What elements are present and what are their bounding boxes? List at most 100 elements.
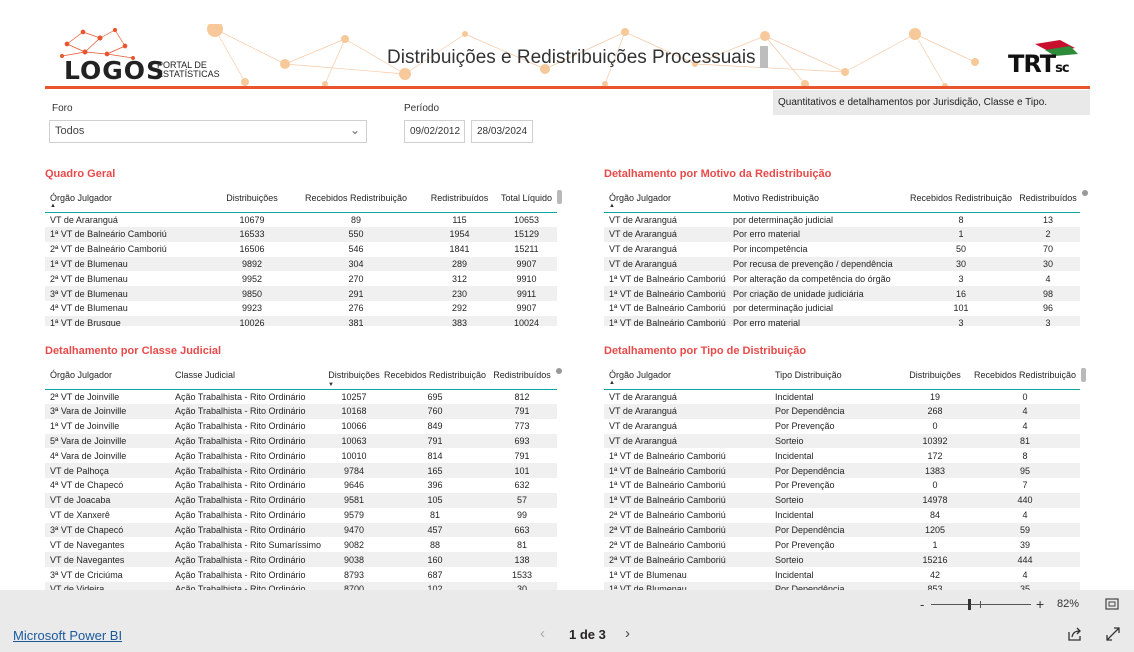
- table-cell: 381: [348, 318, 364, 326]
- tipo-table-container[interactable]: Órgão Julgador Tipo Distribuição Distrib…: [604, 361, 1080, 590]
- table-row[interactable]: VT de Araranguá Por recusa de prevenção /…: [604, 256, 1080, 272]
- table-cell: Ação Trabalhista - Rito Ordinário: [175, 495, 306, 506]
- table-cell: 101: [953, 303, 969, 314]
- table-cell: 9850: [241, 288, 263, 299]
- table-row[interactable]: VT de Joacaba Ação Trabalhista - Rito Ord…: [45, 492, 557, 508]
- table-row[interactable]: VT de Navegantes Ação Trabalhista - Rito …: [45, 537, 557, 552]
- table-cell: 14978: [922, 495, 948, 506]
- table-row[interactable]: 1ª VT de Balneário Camboriú por determina…: [604, 301, 1080, 316]
- column-header[interactable]: Redistribuídos: [487, 361, 557, 390]
- column-header[interactable]: Órgão Julgador: [604, 361, 770, 390]
- motivo-table-container[interactable]: Órgão Julgador Motivo Redistribuição Rec…: [604, 184, 1080, 326]
- column-header[interactable]: Recebidos Redistribuição: [289, 184, 423, 213]
- column-header[interactable]: Total Líquido: [496, 184, 557, 213]
- table-row[interactable]: VT de Araranguá por determinação judicial…: [604, 212, 1080, 227]
- table-row[interactable]: VT de Palhoça Ação Trabalhista - Rito Ord…: [45, 463, 557, 479]
- table-row[interactable]: 1ª VT de Balneário Camboriú Por erro mate…: [604, 315, 1080, 326]
- tipo-table: Órgão Julgador Tipo Distribuição Distrib…: [604, 361, 1080, 590]
- column-header[interactable]: Motivo Redistribuição: [728, 184, 906, 213]
- table-row[interactable]: VT de Araranguá Por Prevenção 0 4: [604, 419, 1080, 434]
- table-row[interactable]: 3ª VT de Chapecó Ação Trabalhista - Rito …: [45, 522, 557, 538]
- table-cell: Por alteração da competência do órgão: [733, 273, 891, 284]
- table-cell: 70: [1042, 244, 1053, 255]
- table-row[interactable]: 1ª VT de Balneário Camboriú Por alteração…: [604, 271, 1080, 286]
- table-row[interactable]: VT de Araranguá Sorteio 10392 81: [604, 433, 1080, 449]
- table-row[interactable]: 1ª VT de Blumenau 9892 304 289 9907: [45, 256, 557, 272]
- table-row[interactable]: 1ª VT de Balneário Camboriú 16533 550 1954 1…: [45, 226, 557, 242]
- foro-dropdown[interactable]: Todos ⌄: [49, 120, 367, 143]
- date-end-input[interactable]: 28/03/2024: [471, 120, 533, 143]
- table-cell: 1ª VT de Balneário Camboriú: [609, 303, 726, 314]
- classe-scrollbar[interactable]: [556, 368, 562, 374]
- table-row[interactable]: 2ª VT de Balneário Camboriú Por Dependênc…: [604, 522, 1080, 538]
- table-row[interactable]: 1ª VT de Balneário Camboriú Incidental 172…: [604, 448, 1080, 463]
- table-cell: 1ª VT de Balneário Camboriú: [609, 288, 726, 299]
- tipo-scrollbar[interactable]: [1081, 368, 1086, 382]
- table-cell: 84: [929, 510, 940, 521]
- column-header[interactable]: Classe Judicial: [170, 361, 325, 390]
- date-start-input[interactable]: 09/02/2012: [404, 120, 465, 143]
- column-header[interactable]: Órgão Julgador: [45, 361, 170, 390]
- zoom-in-button[interactable]: +: [1036, 596, 1044, 612]
- table-row[interactable]: 3ª VT de Blumenau 9850 291 230 9911: [45, 286, 557, 302]
- table-row[interactable]: VT de Araranguá 10679 89 115 10653: [45, 212, 557, 227]
- table-row[interactable]: VT de Araranguá Por erro material 1 2: [604, 226, 1080, 242]
- table-row[interactable]: 1ª VT de Blumenau Incidental 42 4: [604, 567, 1080, 582]
- table-row[interactable]: 1ª VT de Balneário Camboriú Por Dependênc…: [604, 463, 1080, 479]
- table-cell: 791: [427, 435, 443, 446]
- table-cell: 276: [348, 303, 364, 314]
- column-header[interactable]: Distribuições: [215, 184, 289, 213]
- table-row[interactable]: VT de Araranguá Por Dependência 268 4: [604, 403, 1080, 419]
- table-row[interactable]: 2ª VT de Balneário Camboriú Por Prevenção…: [604, 537, 1080, 552]
- table-row[interactable]: 4ª Vara de Joinville Ação Trabalhista - R…: [45, 448, 557, 463]
- classe-table-container[interactable]: Órgão Julgador Classe Judicial Distribui…: [45, 361, 557, 590]
- quadro-geral-scrollbar[interactable]: [557, 190, 562, 204]
- table-row[interactable]: 1ª VT de Joinville Ação Trabalhista - Rit…: [45, 419, 557, 434]
- table-row[interactable]: 2ª VT de Joinville Ação Trabalhista - Rit…: [45, 389, 557, 404]
- column-header[interactable]: Distribuições ▼: [325, 361, 383, 390]
- column-header[interactable]: Recebidos Redistribuição: [970, 361, 1080, 390]
- zoom-slider-track[interactable]: [931, 604, 1031, 605]
- table-row[interactable]: 1ª VT de Balneário Camboriú Por Prevenção…: [604, 478, 1080, 493]
- table-cell: 1533: [511, 569, 533, 580]
- table-row[interactable]: 1ª VT de Balneário Camboriú Por criação d…: [604, 286, 1080, 302]
- table-row[interactable]: 2ª VT de Balneário Camboriú Sorteio 15216 4…: [604, 552, 1080, 568]
- power-bi-link[interactable]: Microsoft Power BI: [13, 628, 122, 643]
- chevron-left-icon[interactable]: ‹: [540, 625, 545, 642]
- table-row[interactable]: 1ª VT de Balneário Camboriú Sorteio 14978 4…: [604, 492, 1080, 508]
- motivo-scrollbar[interactable]: [1082, 190, 1088, 196]
- column-header[interactable]: Distribuições: [900, 361, 970, 390]
- column-header[interactable]: Recebidos Redistribuição: [906, 184, 1016, 213]
- quadro-geral-table-container[interactable]: Órgão Julgador Distribuições Recebidos R…: [45, 184, 557, 326]
- table-row[interactable]: 2ª VT de Balneário Camboriú Incidental 84 4: [604, 508, 1080, 523]
- chevron-down-icon: ⌄: [349, 123, 360, 137]
- table-row[interactable]: 3ª Vara de Joinville Ação Trabalhista - R…: [45, 403, 557, 419]
- table-cell: 2ª VT de Joinville: [50, 391, 120, 402]
- table-row[interactable]: VT de Araranguá Por incompetência 50 70: [604, 242, 1080, 257]
- table-row[interactable]: 2ª VT de Blumenau 9952 270 312 9910: [45, 271, 557, 286]
- column-header[interactable]: Recebidos Redistribuição: [383, 361, 487, 390]
- column-header[interactable]: Órgão Julgador: [45, 184, 215, 213]
- share-icon[interactable]: [1067, 627, 1083, 641]
- table-row[interactable]: 3ª VT de Criciúma Ação Trabalhista - Rito…: [45, 567, 557, 582]
- table-row[interactable]: 1ª VT de Brusque 10026 381 383 10024: [45, 315, 557, 326]
- zoom-slider-thumb[interactable]: [968, 599, 971, 610]
- column-header[interactable]: Tipo Distribuição: [770, 361, 900, 390]
- expand-icon[interactable]: [1106, 627, 1120, 641]
- zoom-out-button[interactable]: -: [920, 597, 924, 612]
- fit-to-page-icon[interactable]: [1105, 598, 1119, 610]
- table-row[interactable]: 2ª VT de Balneário Camboriú 16506 546 1841 1…: [45, 242, 557, 257]
- table-row[interactable]: 4ª VT de Chapecó Ação Trabalhista - Rito …: [45, 478, 557, 493]
- table-row[interactable]: VT de Navegantes Ação Trabalhista - Rito …: [45, 552, 557, 568]
- column-header[interactable]: Redistribuídos: [1016, 184, 1080, 213]
- table-row[interactable]: VT de Xanxerê Ação Trabalhista - Rito Ord…: [45, 508, 557, 523]
- table-row[interactable]: VT de Videira Ação Trabalhista - Rito Ord…: [45, 581, 557, 590]
- table-row[interactable]: 5ª Vara de Joinville Ação Trabalhista - R…: [45, 433, 557, 449]
- column-header[interactable]: Redistribuídos: [423, 184, 496, 213]
- table-cell: 30: [1042, 258, 1053, 269]
- chevron-right-icon[interactable]: ›: [625, 625, 630, 642]
- table-row[interactable]: VT de Araranguá Incidental 19 0: [604, 389, 1080, 404]
- table-row[interactable]: 1ª VT de Blumenau Por Dependência 853 35: [604, 581, 1080, 590]
- column-header[interactable]: Órgão Julgador: [604, 184, 728, 213]
- table-row[interactable]: 4ª VT de Blumenau 9923 276 292 9907: [45, 301, 557, 316]
